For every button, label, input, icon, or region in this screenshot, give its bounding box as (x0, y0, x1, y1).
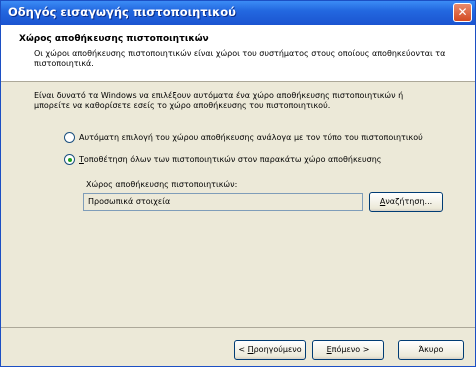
place-all-label-rest: οποθέτηση όλων των πιστοποιητικών στον π… (83, 155, 382, 164)
auto-select-radio[interactable] (64, 132, 75, 143)
back-label-rest: ροηγούμενο (253, 345, 302, 354)
page-description: Οι χώροι αποθήκευσης πιστοποιητικών είνα… (34, 49, 446, 68)
title-bar[interactable]: Οδηγός εισαγωγής πιστοποιητικού ✕ (1, 1, 475, 25)
close-icon: ✕ (457, 5, 468, 19)
cancel-button[interactable]: Άκυρο (398, 340, 464, 360)
back-prefix: < (238, 345, 248, 354)
place-all-label[interactable]: Τοποθέτηση όλων των πιστοποιητικών στον … (79, 155, 381, 164)
footer-divider (1, 327, 475, 328)
page-title: Χώρος αποθήκευσης πιστοποιητικών (19, 34, 209, 44)
certificate-import-wizard-window: Οδηγός εισαγωγής πιστοποιητικού ✕ Χώρος … (0, 0, 476, 367)
wizard-body: Είναι δυνατό τα Windows να επιλέξουν αυτ… (1, 82, 475, 327)
next-label-rest: πόμενο > (331, 345, 370, 354)
back-button[interactable]: < Προηγούμενο (234, 340, 306, 360)
window-title: Οδηγός εισαγωγής πιστοποιητικού (8, 5, 236, 19)
intro-text: Είναι δυνατό τα Windows να επιλέξουν αυτ… (34, 91, 404, 110)
place-all-radio[interactable] (64, 154, 75, 165)
auto-select-label[interactable]: Αυτόματη επιλογή του χώρου αποθήκευσης α… (79, 133, 423, 142)
radio-selected-dot (68, 158, 72, 162)
browse-button[interactable]: Αναζήτηση... (369, 192, 443, 212)
browse-label-rest: ναζήτηση... (385, 197, 433, 206)
certificate-store-value: Προσωπικά στοιχεία (88, 197, 171, 206)
close-button[interactable]: ✕ (453, 3, 472, 22)
certificate-store-field: Προσωπικά στοιχεία (83, 193, 363, 211)
next-button[interactable]: Επόμενο > (312, 340, 384, 360)
certificate-store-label: Χώρος αποθήκευσης πιστοποιητικών: (86, 180, 238, 189)
wizard-header: Χώρος αποθήκευσης πιστοποιητικών Οι χώρο… (1, 25, 475, 82)
